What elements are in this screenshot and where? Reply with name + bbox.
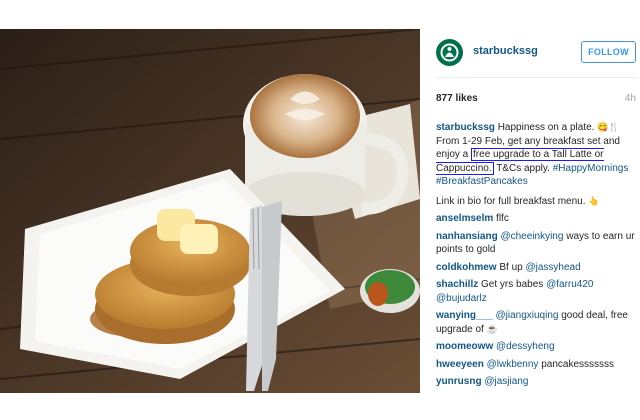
coffee-icon: ☕ [486, 323, 498, 334]
comment-username[interactable]: moomeoww [436, 341, 493, 352]
likes-count[interactable]: 877 likes [436, 93, 478, 104]
comment-username[interactable]: hweeyeen [436, 359, 484, 370]
comment: yunrusng @jasjiang [436, 375, 640, 389]
post-caption: starbuckssg Happiness on a plate. 😋🍴 Fro… [436, 121, 640, 208]
comment-text: Get yrs babes [481, 279, 544, 290]
starbucks-logo-icon [436, 39, 463, 66]
comment-username[interactable]: nanhansiang [436, 231, 498, 242]
comment-mention[interactable]: @cheeinkying [500, 231, 563, 242]
comment-mention[interactable]: @jassyhead [526, 262, 581, 273]
comment-username[interactable]: shachillz [436, 279, 478, 290]
comment-username[interactable]: wanying___ [436, 310, 493, 321]
comment-username[interactable]: anselmselm [436, 213, 493, 224]
comment: coldkohmew Bf up @jassyhead [436, 261, 640, 275]
comment: anselmselm flfc [436, 212, 640, 226]
post-header: starbuckssg FOLLOW [420, 29, 640, 77]
comment-mention[interactable]: @bujudarlz [436, 293, 487, 304]
comment-mention[interactable]: @lwkbenny [487, 359, 539, 370]
comment-mention[interactable]: @jasjiang [484, 376, 528, 387]
caption-username[interactable]: starbuckssg [436, 122, 495, 133]
comment-text: pancakesssssss [541, 358, 615, 370]
comment: hweeyeen @lwkbenny pancakesssssss [436, 358, 640, 372]
divider [436, 77, 638, 78]
bio-link-text: Link in bio for full breakfast menu. [436, 195, 586, 207]
hashtag-breakfastpancakes[interactable]: #BreakfastPancakes [436, 176, 528, 187]
comments-list: anselmselm flfc nanhansiang @cheeinkying… [436, 212, 640, 393]
comment: shachillz Get yrs babes @farru420 @bujud… [436, 278, 640, 305]
post-username[interactable]: starbuckssg [473, 45, 538, 57]
follow-button[interactable]: FOLLOW [581, 41, 636, 63]
post-age[interactable]: 4h [625, 93, 636, 104]
comment-username[interactable]: yunrusng [436, 376, 482, 387]
comment: nanhansiang @cheeinkying ways to earn ur… [436, 230, 640, 257]
comment-mention[interactable]: @dessyheng [496, 341, 555, 352]
caption-line3: T&Cs apply. [496, 162, 550, 174]
breakfast-photo-image [0, 29, 420, 393]
caption-emoji: 😋🍴 [597, 122, 620, 132]
comment: moomeoww @dessyheng [436, 340, 640, 354]
comment-text: flfc [496, 213, 509, 224]
post-photo [0, 29, 420, 393]
comment-username[interactable]: coldkohmew [436, 262, 497, 273]
pointing-up-icon: 👆 [588, 195, 600, 206]
hashtag-happymornings[interactable]: #HappyMornings [553, 163, 629, 174]
comment-mention[interactable]: @jiangxiuqing [495, 310, 558, 321]
comment-text: Bf up [499, 261, 523, 273]
avatar[interactable] [436, 39, 463, 66]
post-sidebar: starbuckssg FOLLOW 877 likes 4h starbuck… [420, 29, 640, 420]
caption-line1: Happiness on a plate. [497, 122, 595, 133]
comment-mention[interactable]: @farru420 [546, 279, 593, 290]
comment: wanying___ @jiangxiuqing good deal, free… [436, 309, 640, 336]
